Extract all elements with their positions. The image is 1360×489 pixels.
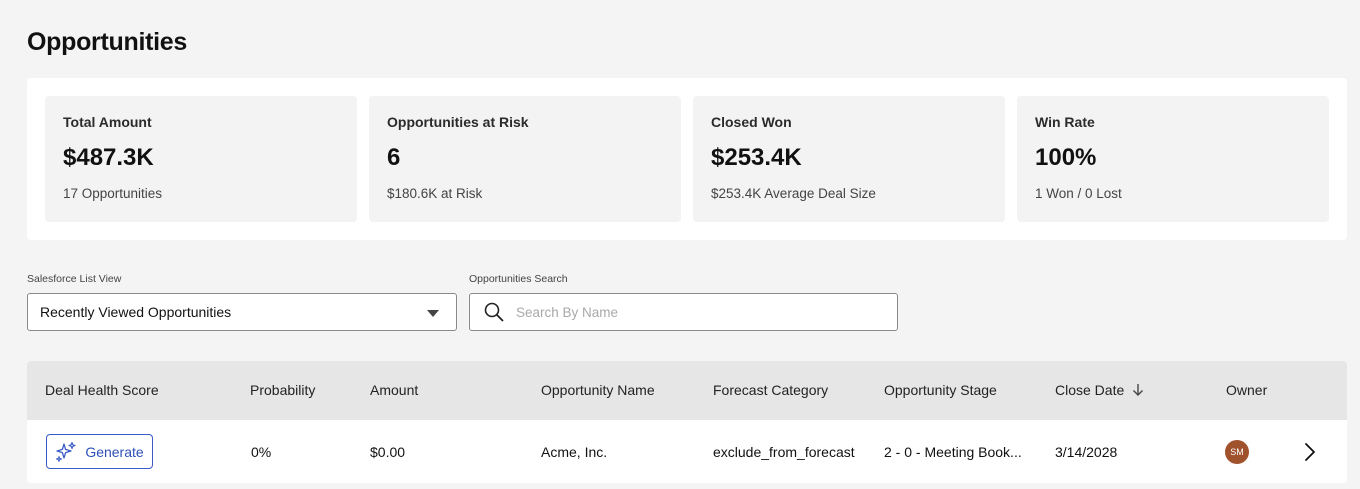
column-header-probability[interactable]: Probability bbox=[250, 382, 315, 398]
list-view-label: Salesforce List View bbox=[27, 273, 122, 285]
metric-card-opportunities-at-risk: Opportunities at Risk 6 $180.6K at Risk bbox=[369, 96, 681, 222]
metrics-panel: Total Amount $487.3K 17 Opportunities Op… bbox=[27, 78, 1347, 240]
metric-subtext: $253.4K Average Deal Size bbox=[711, 186, 876, 201]
metric-card-win-rate: Win Rate 100% 1 Won / 0 Lost bbox=[1017, 96, 1329, 222]
search-input[interactable] bbox=[516, 304, 876, 320]
metric-label: Opportunities at Risk bbox=[387, 114, 529, 130]
metric-label: Total Amount bbox=[63, 114, 152, 130]
generate-button-label: Generate bbox=[85, 443, 144, 460]
metric-subtext: 1 Won / 0 Lost bbox=[1035, 186, 1122, 201]
column-header-close-date[interactable]: Close Date bbox=[1055, 382, 1146, 398]
caret-down-icon bbox=[427, 310, 439, 317]
generate-button[interactable]: Generate bbox=[46, 434, 153, 469]
metric-value: $487.3K bbox=[63, 144, 154, 171]
cell-opportunity-name: Acme, Inc. bbox=[541, 444, 608, 460]
metric-subtext: $180.6K at Risk bbox=[387, 186, 483, 201]
metric-card-closed-won: Closed Won $253.4K $253.4K Average Deal … bbox=[693, 96, 1005, 222]
metric-card-total-amount: Total Amount $487.3K 17 Opportunities bbox=[45, 96, 357, 222]
search-box[interactable] bbox=[469, 293, 898, 331]
metric-label: Closed Won bbox=[711, 114, 792, 130]
search-icon bbox=[484, 302, 504, 322]
column-header-deal-health-score[interactable]: Deal Health Score bbox=[45, 382, 159, 398]
arrow-down-icon bbox=[1133, 384, 1144, 396]
column-header-forecast-category[interactable]: Forecast Category bbox=[713, 382, 828, 398]
list-view-select[interactable]: Recently Viewed Opportunities bbox=[27, 293, 457, 331]
sparkle-icon bbox=[56, 441, 76, 462]
column-header-owner[interactable]: Owner bbox=[1226, 382, 1267, 398]
metric-value: $253.4K bbox=[711, 144, 802, 171]
table-header: Deal Health Score Probability Amount Opp… bbox=[27, 361, 1347, 420]
column-header-opportunity-name[interactable]: Opportunity Name bbox=[541, 382, 655, 398]
owner-avatar: SM bbox=[1225, 440, 1249, 464]
page-title: Opportunities bbox=[27, 28, 187, 56]
metric-subtext: 17 Opportunities bbox=[63, 186, 163, 201]
metric-value: 6 bbox=[387, 144, 401, 171]
column-header-amount[interactable]: Amount bbox=[370, 382, 418, 398]
cell-opportunity-stage: 2 - 0 - Meeting Book... bbox=[884, 444, 1022, 460]
chevron-right-icon[interactable] bbox=[1303, 441, 1317, 463]
metric-label: Win Rate bbox=[1035, 114, 1095, 130]
cell-amount: $0.00 bbox=[370, 444, 406, 460]
opportunities-table: Deal Health Score Probability Amount Opp… bbox=[27, 361, 1347, 483]
cell-forecast-category: exclude_from_forecast bbox=[713, 444, 855, 460]
list-view-selected-value: Recently Viewed Opportunities bbox=[40, 304, 232, 320]
column-header-opportunity-stage[interactable]: Opportunity Stage bbox=[884, 382, 997, 398]
cell-probability: 0% bbox=[251, 444, 272, 460]
metric-value: 100% bbox=[1035, 144, 1097, 171]
cell-close-date: 3/14/2028 bbox=[1055, 444, 1118, 460]
column-header-close-date-label: Close Date bbox=[1055, 382, 1125, 398]
search-label: Opportunities Search bbox=[469, 273, 568, 285]
